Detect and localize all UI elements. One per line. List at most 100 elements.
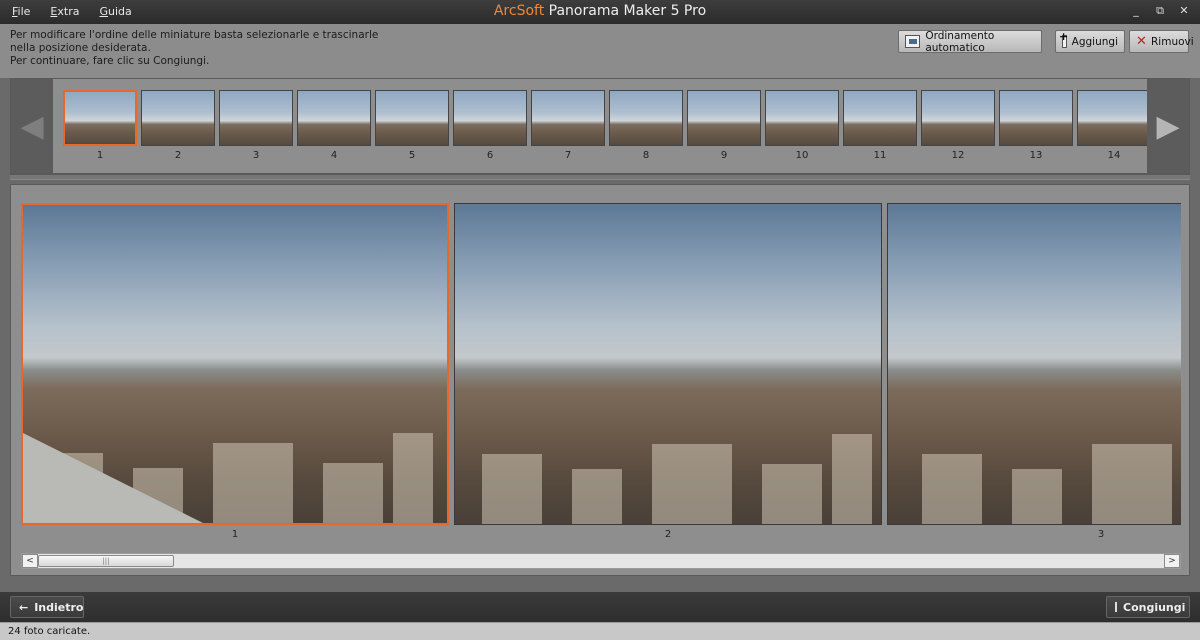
thumbnail-item[interactable]: 7 (531, 90, 605, 162)
thumbnail-item[interactable]: 13 (999, 90, 1073, 162)
thumbnail-item[interactable]: 9 (687, 90, 761, 162)
preview-image (454, 203, 882, 525)
add-icon (1059, 30, 1068, 48)
thumbnail-image (531, 90, 605, 146)
auto-sort-button[interactable]: Ordinamento automatico (898, 29, 1042, 54)
thumbnail-number: 2 (174, 150, 182, 161)
instruction-text: Per modificare l'ordine delle miniature … (10, 29, 390, 68)
strip-divider[interactable] (10, 174, 1190, 180)
thumbnail-image (453, 90, 527, 146)
thumbnail-item[interactable]: 11 (843, 90, 917, 162)
building-shape (482, 454, 542, 524)
building-shape (213, 443, 293, 523)
preview-frame[interactable]: 3 (887, 203, 1181, 540)
thumbnail-item[interactable]: 1 (63, 90, 137, 162)
preview-area: 1 2 3 < ||| > (10, 184, 1190, 576)
thumbnail-item[interactable]: 3 (219, 90, 293, 162)
thumbnail-number: 14 (1107, 150, 1121, 161)
restore-icon[interactable]: ⧉ (1154, 4, 1166, 18)
building-shape (832, 434, 872, 524)
auto-sort-icon (905, 35, 921, 48)
back-button[interactable]: ← Indietro (10, 596, 84, 618)
scroll-left-button[interactable]: < (22, 554, 38, 568)
thumbnail-number: 9 (720, 150, 728, 161)
building-shape (393, 433, 433, 523)
building-shape (922, 454, 982, 524)
thumbnail-number: 8 (642, 150, 650, 161)
instruction-bar: Per modificare l'ordine delle miniature … (0, 24, 1200, 78)
rooftop-shape (23, 433, 203, 523)
add-button[interactable]: Aggiungi (1055, 30, 1125, 53)
building-shape (1092, 444, 1172, 524)
auto-sort-label: Ordinamento automatico (925, 29, 995, 54)
thumbnail-number: 10 (795, 150, 809, 161)
frame-number: 2 (664, 529, 672, 540)
thumbnail-number: 4 (330, 150, 338, 161)
thumbnail-item[interactable]: 10 (765, 90, 839, 162)
scroll-left-arrow-icon[interactable]: ◀ (11, 79, 53, 173)
back-label: Indietro (34, 600, 84, 614)
instruction-line-1: Per modificare l'ordine delle miniature … (10, 29, 379, 54)
join-label: Congiungi (1123, 600, 1186, 614)
bottom-bar: ← Indietro Congiungi (0, 592, 1200, 622)
thumbnail-image (219, 90, 293, 146)
window-controls: _ ⧉ ✕ (1130, 4, 1190, 18)
frame-number: 1 (231, 529, 239, 540)
preview-frames: 1 2 3 (21, 203, 1181, 543)
thumbnail-item[interactable]: 4 (297, 90, 371, 162)
thumbnail-image (297, 90, 371, 146)
thumbnail-number: 1 (96, 150, 104, 161)
close-icon[interactable]: ✕ (1178, 4, 1190, 18)
thumbnail-item[interactable]: 6 (453, 90, 527, 162)
thumbnail-image (843, 90, 917, 146)
thumbnail-number: 6 (486, 150, 494, 161)
thumbnail-image (999, 90, 1073, 146)
frame-number: 3 (1097, 529, 1105, 540)
preview-image (887, 203, 1181, 525)
app-title: ArcSoft Panorama Maker 5 Pro (0, 3, 1200, 19)
app-brand: ArcSoft (493, 3, 545, 19)
thumbnail-item[interactable]: 12 (921, 90, 995, 162)
horizontal-scrollbar[interactable]: < ||| > (21, 553, 1181, 569)
scrollbar-thumb[interactable]: ||| (38, 555, 174, 567)
app-name: Panorama Maker 5 Pro (548, 3, 707, 19)
minimize-icon[interactable]: _ (1130, 4, 1142, 18)
scroll-right-arrow-icon[interactable]: ▶ (1147, 79, 1189, 173)
title-bar: File Extra Guida ArcSoft Panorama Maker … (0, 0, 1200, 24)
thumbnail-item[interactable]: 2 (141, 90, 215, 162)
status-bar: 24 foto caricate. (0, 622, 1200, 640)
thumbnail-list: 1 2 3 4 5 6 7 8 9 10 11 12 13 14 (63, 90, 1148, 162)
thumbnail-item[interactable]: 5 (375, 90, 449, 162)
add-label: Aggiungi (1071, 35, 1118, 48)
join-icon (1115, 602, 1117, 612)
building-shape (1012, 469, 1062, 524)
thumbnail-item[interactable]: 8 (609, 90, 683, 162)
scroll-right-button[interactable]: > (1164, 554, 1180, 568)
join-button[interactable]: Congiungi (1106, 596, 1190, 618)
thumbnail-image (765, 90, 839, 146)
building-shape (572, 469, 622, 524)
building-shape (652, 444, 732, 524)
thumbnail-number: 11 (873, 150, 887, 161)
building-shape (762, 464, 822, 524)
back-arrow-icon: ← (19, 600, 29, 614)
preview-frame[interactable]: 1 (21, 203, 449, 540)
remove-button[interactable]: ✕ Rimuovi (1129, 30, 1194, 53)
thumbnail-item[interactable]: 14 (1077, 90, 1148, 162)
thumbnail-number: 7 (564, 150, 572, 161)
instruction-line-2: Per continuare, fare clic su Congiungi. (10, 55, 210, 67)
building-shape (323, 463, 383, 523)
thumbnail-image (141, 90, 215, 146)
preview-image (21, 203, 449, 525)
remove-label: Rimuovi (1151, 35, 1194, 48)
thumbnail-strip-area: ◀ 1 2 3 4 5 6 7 8 9 10 11 12 13 14 ▶ (0, 78, 1200, 184)
thumbnail-image (921, 90, 995, 146)
remove-icon: ✕ (1136, 34, 1147, 49)
thumbnail-number: 5 (408, 150, 416, 161)
thumbnail-image (375, 90, 449, 146)
thumbnail-image (1077, 90, 1148, 146)
thumbnail-image (63, 90, 137, 146)
thumbnail-image (687, 90, 761, 146)
preview-frame[interactable]: 2 (454, 203, 882, 540)
thumbnail-strip: ◀ 1 2 3 4 5 6 7 8 9 10 11 12 13 14 ▶ (10, 78, 1190, 174)
